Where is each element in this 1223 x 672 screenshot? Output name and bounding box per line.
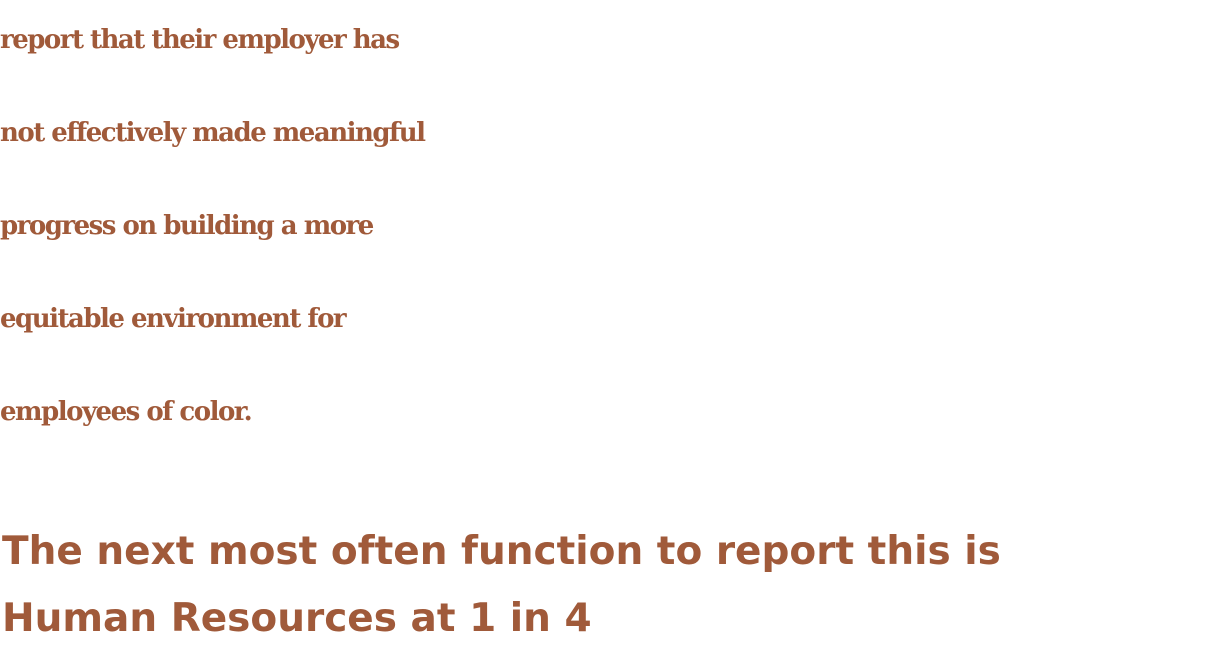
headline-line: not effectively made meaningful bbox=[0, 118, 426, 148]
headline-line: report that their employer has bbox=[0, 25, 400, 55]
headline-line: employees of color. bbox=[0, 397, 253, 427]
subtext-line: The next most often function to report t… bbox=[2, 529, 1001, 574]
headline-line: equitable environment for bbox=[0, 304, 347, 334]
content-area: report that their employer has not effec… bbox=[0, 0, 1223, 672]
subtext-line: Human Resources at 1 in 4 bbox=[2, 596, 592, 641]
subtext: The next most often function to report t… bbox=[2, 518, 1202, 652]
headline: report that their employer has not effec… bbox=[0, 0, 1223, 459]
headline-line: progress on building a more bbox=[0, 211, 374, 241]
